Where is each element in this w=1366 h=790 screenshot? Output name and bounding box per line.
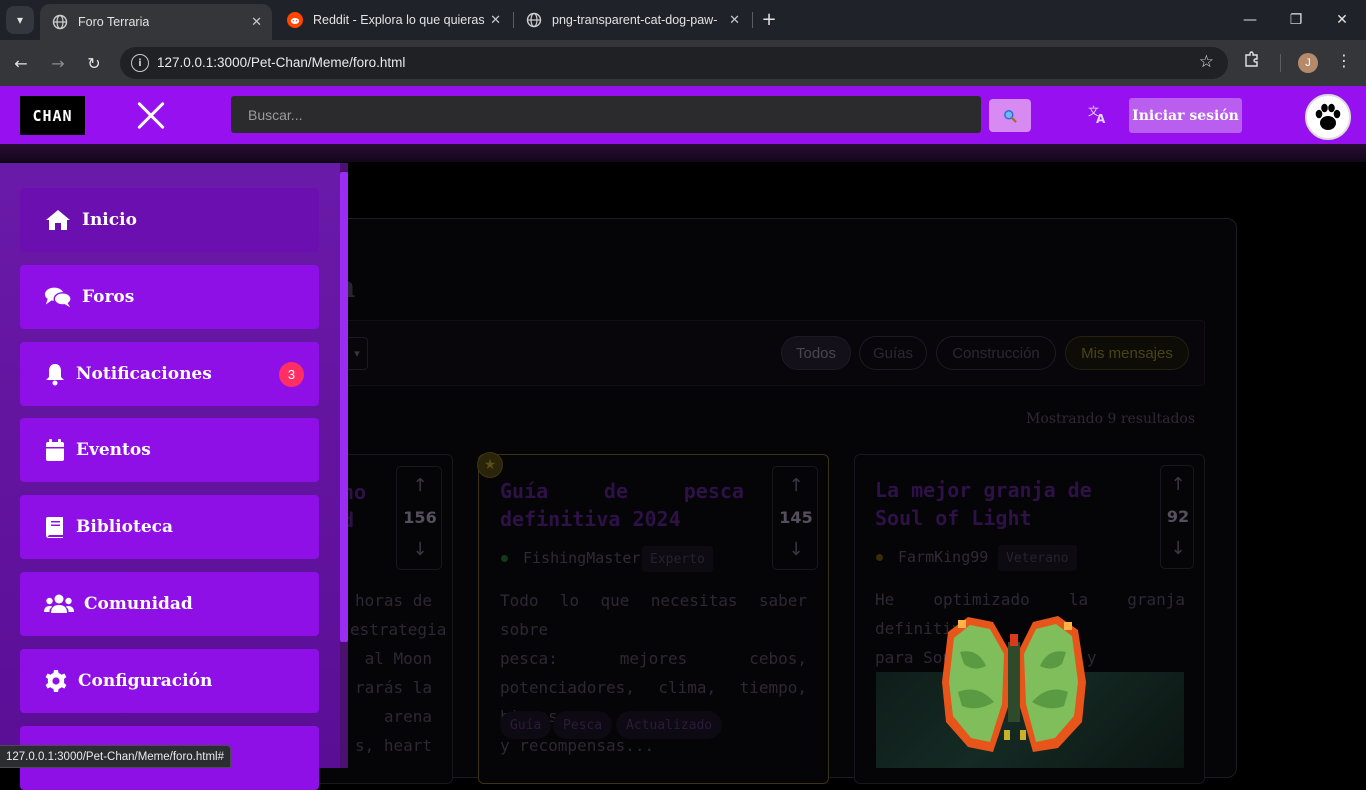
- minimize-button[interactable]: —: [1238, 8, 1262, 32]
- star-icon: ★: [477, 452, 503, 478]
- svg-text:A: A: [1096, 112, 1106, 125]
- sidebar-item-label: Notificaciones: [76, 364, 212, 384]
- search-icon: [1004, 109, 1017, 123]
- users-icon: [44, 590, 74, 618]
- sidebar-item-configuracion[interactable]: Configuración: [20, 649, 319, 713]
- sidebar-item-notificaciones[interactable]: Notificaciones 3: [20, 342, 319, 406]
- bookmark-star-icon[interactable]: ☆: [1199, 52, 1214, 72]
- tab-title: png-transparent-cat-dog-paw-: [552, 13, 718, 27]
- search-input[interactable]: [231, 96, 981, 133]
- search-button[interactable]: [989, 99, 1031, 132]
- reddit-icon: [287, 12, 303, 28]
- card-title[interactable]: Guía de pesca definitiva 2024: [500, 477, 744, 533]
- downvote-icon[interactable]: ↓: [773, 539, 819, 560]
- browser-toolbar: ← → ↻ i 127.0.0.1:3000/Pet-Chan/Meme/for…: [0, 40, 1366, 86]
- rank-badge: Experto: [642, 546, 713, 572]
- tab-search-button[interactable]: ▾: [6, 6, 34, 34]
- gear-icon: [44, 667, 68, 695]
- close-icon[interactable]: ✕: [729, 12, 740, 28]
- profile-avatar[interactable]: J: [1298, 53, 1318, 73]
- new-tab-button[interactable]: +: [758, 8, 780, 30]
- bell-icon: [44, 360, 66, 388]
- sidebar-item-label: Comunidad: [84, 594, 193, 614]
- home-icon: [44, 206, 72, 234]
- sidebar-item-comunidad[interactable]: Comunidad: [20, 572, 319, 636]
- downvote-icon[interactable]: ↓: [1161, 538, 1195, 559]
- toolbar-separator: [1280, 54, 1281, 72]
- filter-construccion[interactable]: Construcción: [936, 336, 1056, 370]
- close-icon[interactable]: ✕: [251, 14, 262, 30]
- tab-title: Foro Terraria: [78, 15, 150, 29]
- chevron-down-icon[interactable]: ▾: [346, 337, 368, 370]
- address-bar[interactable]: i 127.0.0.1:3000/Pet-Chan/Meme/foro.html…: [120, 47, 1228, 79]
- restore-button[interactable]: ❐: [1284, 8, 1308, 32]
- upvote-icon[interactable]: ↑: [397, 475, 443, 496]
- sidebar-item-label: Biblioteca: [76, 517, 174, 537]
- tab-separator: [752, 12, 753, 28]
- results-count: Mostrando 9 resultados: [1026, 411, 1196, 427]
- site-logo[interactable]: CHAN: [20, 96, 85, 135]
- sidebar-item-inicio[interactable]: Inicio: [20, 188, 319, 252]
- vote-count: 92: [1166, 507, 1190, 526]
- filter-mis-mensajes[interactable]: Mis mensajes: [1065, 336, 1189, 370]
- author-name[interactable]: FishingMaster: [523, 549, 640, 567]
- card-title[interactable]: La mejor granja de Soul of Light: [875, 476, 1119, 532]
- vote-box: ↑ 92 ↓: [1160, 465, 1194, 569]
- tag[interactable]: Pesca: [553, 711, 613, 739]
- vote-count: 145: [779, 508, 813, 527]
- header-pattern-strip: [0, 144, 1366, 162]
- tab-foro-terraria[interactable]: Foro Terraria ✕: [40, 4, 272, 40]
- author-name[interactable]: FarmKing99: [898, 548, 988, 566]
- login-button[interactable]: Iniciar sesión: [1129, 98, 1242, 133]
- vote-box: ↑ 145 ↓: [772, 466, 818, 570]
- rank-badge: Veterano: [998, 545, 1077, 571]
- browser-tab-bar: ▾ Foro Terraria ✕ Reddit - Explora lo qu…: [0, 0, 1366, 40]
- close-icon[interactable]: ✕: [490, 12, 501, 28]
- mothron-sprite: [942, 616, 1086, 752]
- vote-box: ↑ 156 ↓: [396, 466, 442, 570]
- upvote-icon[interactable]: ↑: [773, 475, 819, 496]
- comments-icon: [44, 283, 72, 311]
- calendar-icon: [44, 436, 66, 464]
- filter-todos[interactable]: Todos: [781, 336, 851, 370]
- extensions-icon[interactable]: [1243, 50, 1261, 72]
- sidebar-item-eventos[interactable]: Eventos: [20, 418, 319, 482]
- sidebar-item-label: Configuración: [78, 671, 213, 691]
- tab-title: Reddit - Explora lo que quieras: [313, 13, 485, 27]
- close-window-button[interactable]: ✕: [1330, 8, 1354, 32]
- sidebar-item-label: Foros: [82, 287, 135, 307]
- sidebar-scrollbar[interactable]: [340, 172, 348, 642]
- more-menu-icon[interactable]: ⋮: [1336, 51, 1352, 70]
- upvote-icon[interactable]: ↑: [1161, 474, 1195, 495]
- back-button[interactable]: ←: [8, 50, 34, 76]
- online-status-dot: [876, 554, 883, 561]
- vote-count: 156: [403, 508, 437, 527]
- card-excerpt: horas de estrategia al Moon rarás la are…: [350, 591, 447, 755]
- translate-icon[interactable]: 文A: [1087, 103, 1109, 130]
- sidebar-item-biblioteca[interactable]: Biblioteca: [20, 495, 319, 559]
- close-menu-icon[interactable]: [136, 100, 166, 130]
- book-icon: [44, 513, 66, 541]
- sidebar-item-foros[interactable]: Foros: [20, 265, 319, 329]
- paw-avatar-icon[interactable]: [1305, 94, 1351, 140]
- tab-reddit[interactable]: Reddit - Explora lo que quieras ✕: [275, 0, 511, 40]
- online-status-dot: [501, 555, 508, 562]
- reload-button[interactable]: ↻: [81, 50, 107, 76]
- globe-icon: [52, 14, 68, 30]
- globe-icon: [526, 12, 542, 28]
- filter-guias[interactable]: Guías: [859, 336, 927, 370]
- site-header: CHAN 文A Iniciar sesión: [0, 86, 1366, 144]
- notification-count-badge: 3: [279, 362, 304, 387]
- status-bar-url: 127.0.0.1:3000/Pet-Chan/Meme/foro.html#: [0, 745, 231, 768]
- downvote-icon[interactable]: ↓: [397, 539, 443, 560]
- site-info-icon[interactable]: i: [131, 54, 149, 72]
- address-url[interactable]: 127.0.0.1:3000/Pet-Chan/Meme/foro.html: [157, 55, 405, 70]
- tag[interactable]: Actualizado: [616, 711, 723, 739]
- sidebar-item-label: Inicio: [82, 210, 137, 230]
- tag[interactable]: Guía: [500, 711, 552, 739]
- tab-png-cat-dog[interactable]: png-transparent-cat-dog-paw- ✕: [514, 0, 750, 40]
- forward-button[interactable]: →: [45, 50, 71, 76]
- sidebar-item-label: Eventos: [76, 440, 151, 460]
